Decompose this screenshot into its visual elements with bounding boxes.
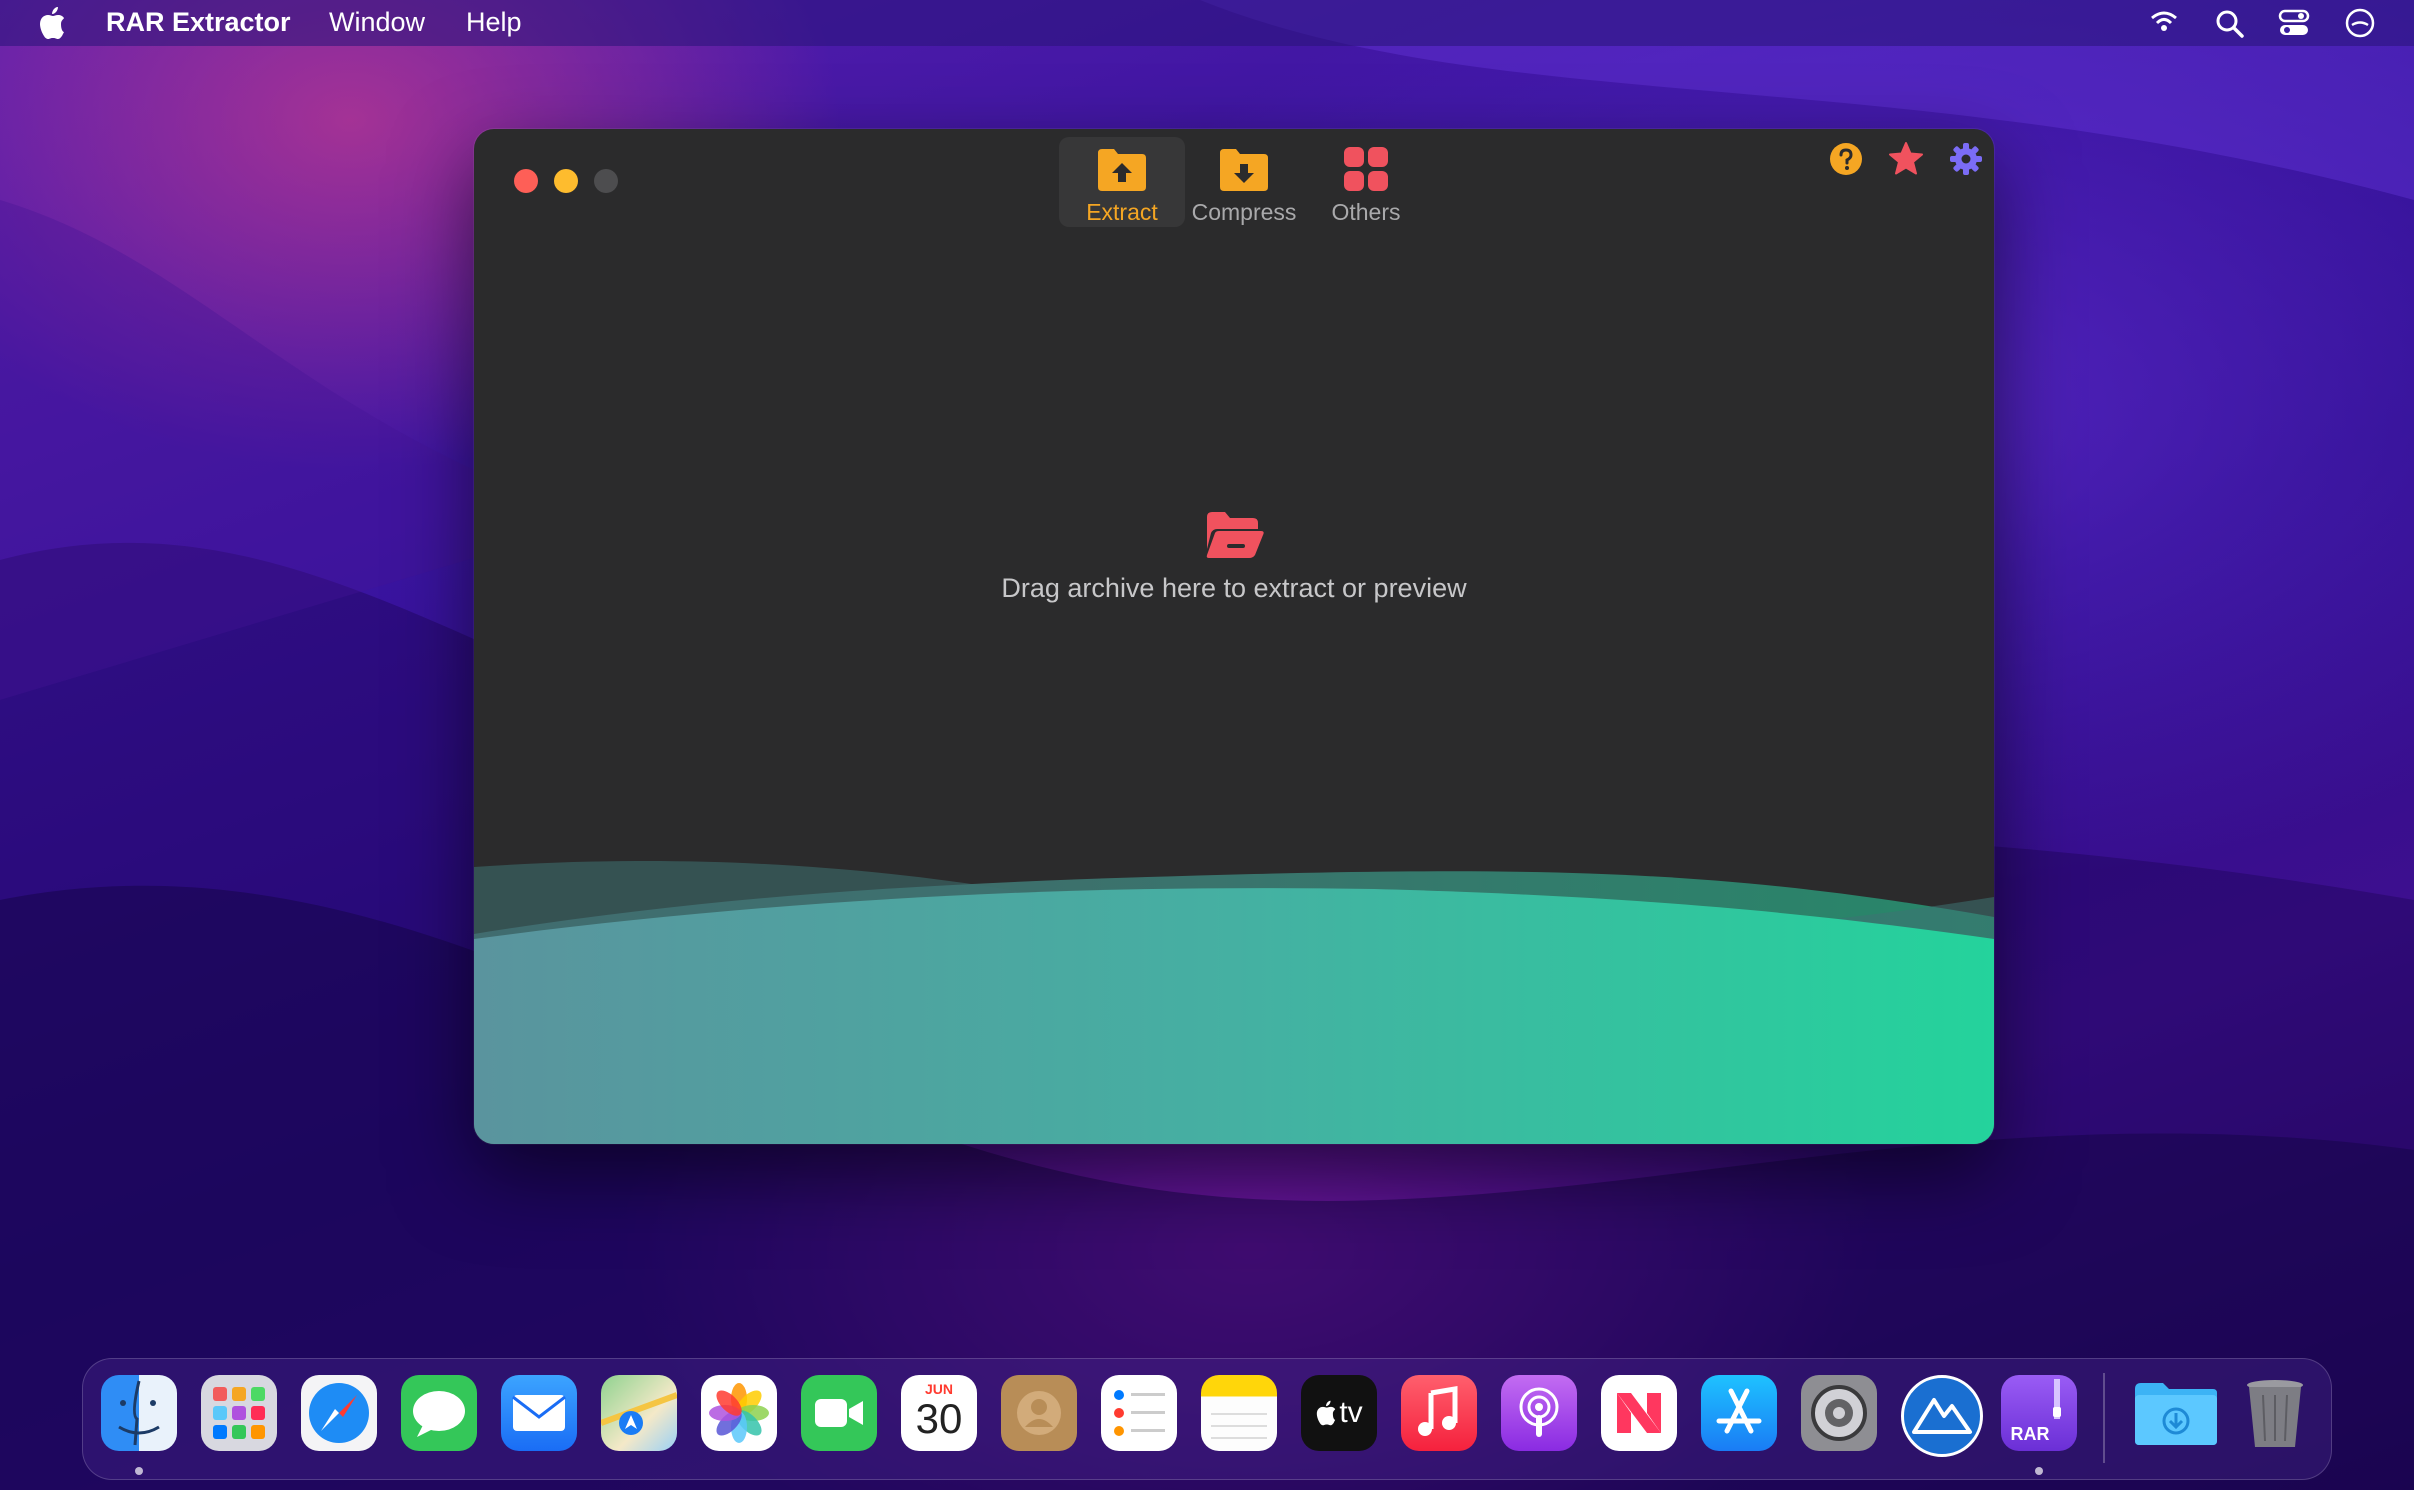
dock-mail[interactable] — [501, 1375, 577, 1451]
dock-maps[interactable] — [601, 1375, 677, 1451]
running-indicator — [135, 1467, 143, 1475]
running-indicator — [2035, 1467, 2043, 1475]
mountain-icon — [1912, 1398, 1972, 1434]
dock-music[interactable] — [1401, 1375, 1477, 1451]
dock-facetime[interactable] — [801, 1375, 877, 1451]
dock-system-preferences[interactable] — [1801, 1375, 1877, 1451]
wifi-icon[interactable] — [2148, 8, 2180, 38]
dock-contacts[interactable] — [1001, 1375, 1077, 1451]
launchpad-icon — [213, 1387, 265, 1439]
menu-bar: RAR Extractor Window Help — [0, 0, 2414, 46]
dock-mountain-duck[interactable] — [1901, 1375, 1983, 1457]
rar-extractor-window: Extract Compress Others Drag archive her… — [474, 129, 1994, 1144]
apple-menu-icon[interactable] — [38, 6, 66, 40]
dock-reminders[interactable] — [1101, 1375, 1177, 1451]
downloads-folder-icon — [2135, 1383, 2217, 1445]
news-icon — [1617, 1393, 1661, 1433]
open-folder-icon — [1206, 512, 1264, 558]
trash-icon — [2247, 1380, 2303, 1447]
dock-calendar[interactable]: JUN 30 — [901, 1375, 977, 1451]
safari-compass-icon — [309, 1383, 369, 1443]
contacts-icon — [1017, 1391, 1061, 1435]
maps-icon — [601, 1392, 677, 1435]
zoom-button[interactable] — [594, 169, 618, 193]
drop-zone[interactable]: Drag archive here to extract or preview — [474, 509, 1994, 604]
folder-upload-icon — [1098, 149, 1146, 191]
zipper-icon — [2053, 1379, 2061, 1419]
gear-icon — [1811, 1385, 1867, 1441]
dock-downloads[interactable] — [2131, 1375, 2221, 1451]
tab-others[interactable]: Others — [1303, 137, 1429, 227]
mail-envelope-icon — [512, 1395, 566, 1431]
notes-icon — [1211, 1413, 1267, 1439]
folder-download-icon — [1220, 149, 1268, 191]
finder-icon — [118, 1380, 160, 1446]
help-icon[interactable] — [1828, 141, 1864, 177]
tab-extract-label: Extract — [1086, 199, 1158, 225]
dock-trash[interactable] — [2237, 1375, 2313, 1451]
spotlight-search-icon[interactable] — [2214, 8, 2246, 38]
close-button[interactable] — [514, 169, 538, 193]
settings-icon[interactable] — [1948, 141, 1984, 177]
podcasts-icon — [1519, 1387, 1559, 1437]
tab-extract[interactable]: Extract — [1059, 137, 1185, 227]
tab-compress[interactable]: Compress — [1181, 137, 1307, 227]
apple-logo-icon — [1317, 1400, 1336, 1426]
calendar-day: 30 — [915, 1395, 963, 1442]
dock-separator — [2103, 1373, 2105, 1463]
help-menu[interactable]: Help — [466, 7, 522, 38]
user-icon[interactable] — [2344, 8, 2376, 38]
star-icon[interactable] — [1888, 141, 1924, 177]
minimize-button[interactable] — [554, 169, 578, 193]
photos-flower-icon — [709, 1383, 769, 1443]
control-center-icon[interactable] — [2278, 8, 2310, 38]
tab-compress-label: Compress — [1191, 199, 1297, 225]
dock-safari[interactable] — [301, 1375, 377, 1451]
facetime-camera-icon — [815, 1399, 863, 1427]
dock-launchpad[interactable] — [201, 1375, 277, 1451]
app-store-icon — [1716, 1388, 1762, 1434]
messages-bubble-icon — [413, 1391, 465, 1437]
dock-notes[interactable] — [1201, 1375, 1277, 1451]
dock-app-store[interactable] — [1701, 1375, 1777, 1451]
dock-rar-extractor[interactable]: RAR — [2001, 1375, 2077, 1451]
dock-messages[interactable] — [401, 1375, 477, 1451]
drop-instruction: Drag archive here to extract or preview — [1001, 573, 1467, 603]
dock: JUN 30 tv RAR — [82, 1358, 2332, 1480]
tv-label: tv — [1339, 1396, 1363, 1429]
app-name-menu[interactable]: RAR Extractor — [106, 7, 291, 38]
dock-tv[interactable]: tv — [1301, 1375, 1377, 1451]
reminders-list-icon — [1114, 1390, 1165, 1436]
dock-news[interactable] — [1601, 1375, 1677, 1451]
rar-label: RAR — [2010, 1424, 2050, 1444]
dock-photos[interactable] — [701, 1375, 777, 1451]
grid-icon — [1344, 147, 1388, 191]
wave-decoration — [474, 861, 1994, 1144]
window-menu[interactable]: Window — [329, 7, 425, 38]
music-note-icon — [1418, 1386, 1458, 1436]
dock-finder[interactable] — [101, 1375, 177, 1451]
tab-others-label: Others — [1331, 199, 1401, 225]
dock-podcasts[interactable] — [1501, 1375, 1577, 1451]
